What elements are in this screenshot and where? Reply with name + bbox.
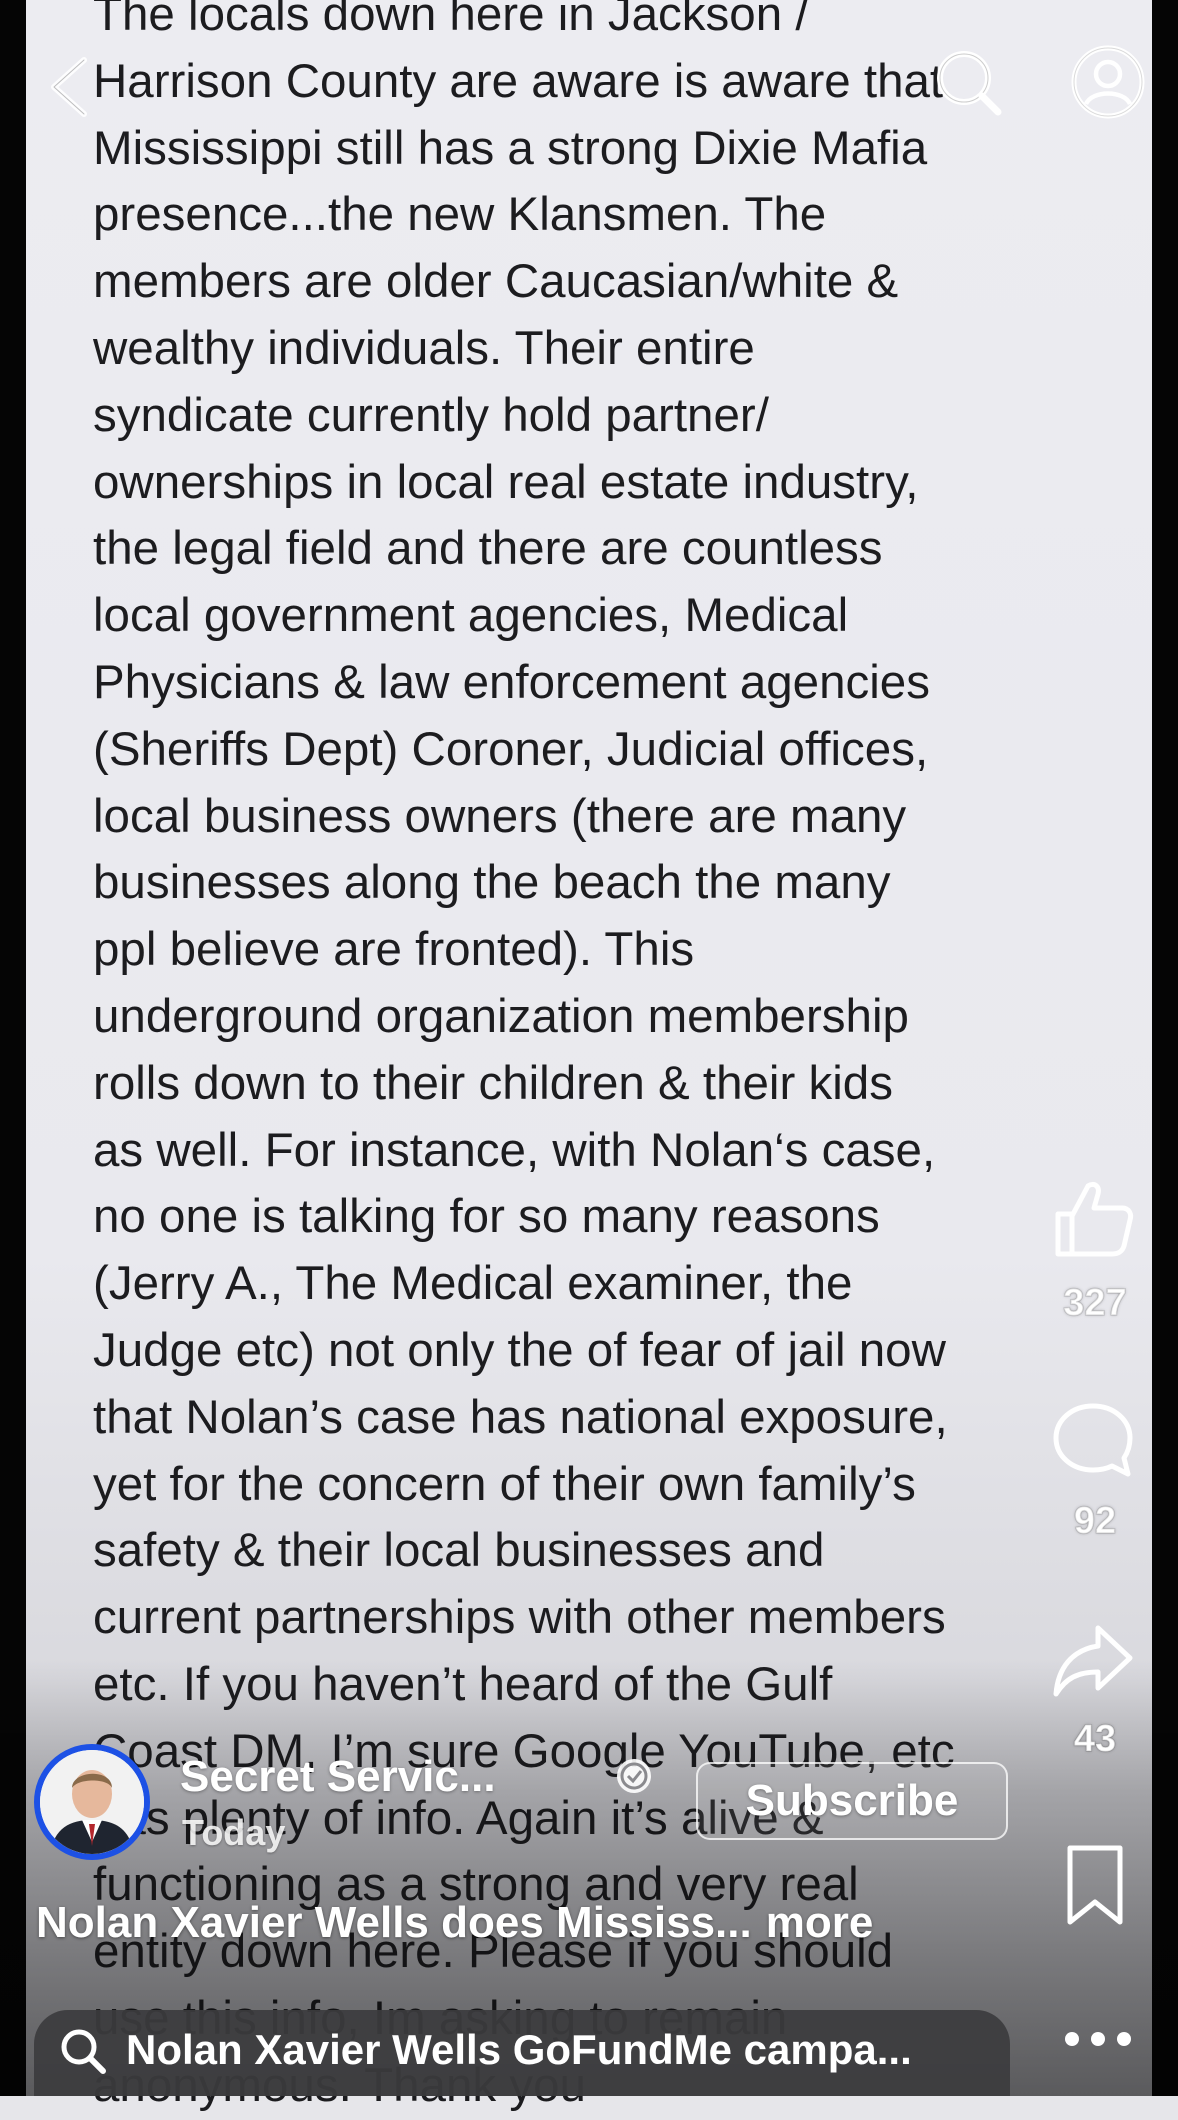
post-text-line: Judge etc) not only the of fear of jail … (93, 1323, 946, 1377)
comment-count: 92 (1073, 1499, 1117, 1543)
post-text-line: that Nolan’s case has national exposure, (93, 1390, 948, 1444)
caption-more-link[interactable]: more (766, 1898, 874, 1947)
post-text-line: members are older Caucasian/white & (93, 255, 899, 309)
search-query[interactable]: Nolan Xavier Wells GoFundMe campa... (126, 2026, 912, 2074)
post-text-line: presence...the new Klansmen. The (93, 188, 827, 242)
thumbs-up-icon[interactable] (1050, 1176, 1136, 1262)
post-text-line: Physicians & law enforcement agencies (93, 655, 930, 709)
post-text-line: Mississippi still has a strong Dixie Maf… (93, 121, 928, 175)
post-text-line: ppl believe are fronted). This (93, 923, 695, 977)
post-text-line: local government agencies, Medical (93, 589, 849, 643)
account-icon[interactable] (1070, 44, 1146, 120)
like-count: 327 (1063, 1281, 1128, 1325)
share-icon[interactable] (1050, 1618, 1136, 1704)
post-text-line: safety & their local businesses and (93, 1524, 825, 1578)
post-text-line: yet for the concern of their own family’… (93, 1457, 916, 1511)
post-text-line: wealthy individuals. Their entire (93, 321, 755, 375)
lens-search-icon[interactable] (930, 44, 1006, 120)
channel-avatar-image (40, 1750, 144, 1854)
channel-name[interactable]: Secret Servic... (180, 1752, 496, 1802)
comment-icon[interactable] (1050, 1398, 1136, 1484)
post-text-line: ownerships in local real estate industry… (93, 455, 919, 509)
post-text-line: as well. For instance, with Nolan‘s case… (93, 1123, 936, 1177)
post-text-line: the legal field and there are countless (93, 522, 883, 576)
bookmark-icon[interactable] (1060, 1842, 1130, 1928)
chevron-left-icon[interactable] (40, 52, 100, 122)
verified-badge-icon (617, 1759, 651, 1793)
post-text-line: no one is talking for so many reasons (93, 1190, 880, 1244)
post-text-line: (Sheriffs Dept) Coroner, Judicial office… (93, 722, 929, 776)
search-icon (61, 2029, 106, 2074)
subscribe-button[interactable]: Subscribe (696, 1762, 1008, 1840)
post-text-line: local business owners (there are many (93, 789, 907, 843)
post-text-line: businesses along the beach the many (93, 856, 891, 910)
post-text-line: current partnerships with other members (93, 1591, 946, 1645)
channel-avatar[interactable] (34, 1744, 150, 1860)
share-count: 43 (1073, 1717, 1117, 1761)
video-caption[interactable]: Nolan Xavier Wells does Mississ... more (36, 1898, 873, 1948)
post-text-line: syndicate currently hold partner/ (93, 388, 769, 442)
post-text-line: The locals down here in Jackson / (93, 0, 809, 41)
more-dots-icon[interactable] (1058, 2024, 1138, 2054)
post-date: Today (182, 1812, 286, 1853)
post-text-line: rolls down to their children & their kid… (93, 1056, 893, 1110)
post-text-line: underground organization membership (93, 989, 909, 1043)
caption-text: Nolan Xavier Wells does Mississ... (36, 1898, 752, 1947)
post-text-line: (Jerry A., The Medical examiner, the (93, 1257, 853, 1311)
